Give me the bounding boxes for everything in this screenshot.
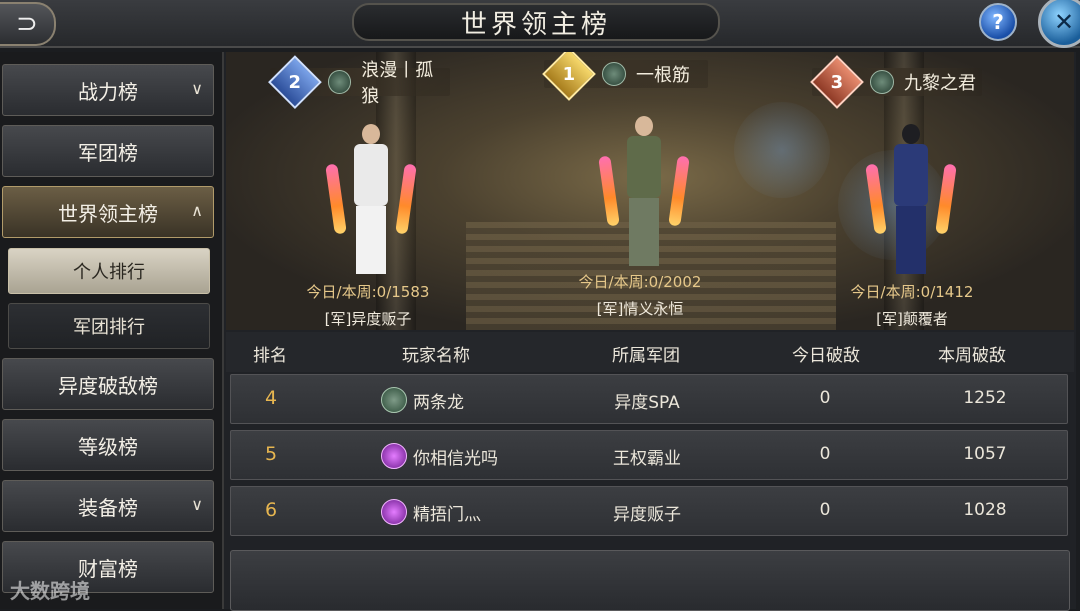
player-avatar-3[interactable] bbox=[865, 124, 957, 274]
weapon-blade-icon bbox=[325, 163, 347, 235]
weekly-stat: 今日/本周:0/1412 bbox=[850, 283, 974, 301]
sidebar-item-legion[interactable]: 军团榜 bbox=[2, 125, 214, 177]
column-header-today: 今日破敌 bbox=[792, 346, 860, 366]
help-icon: ? bbox=[992, 10, 1004, 34]
self-rank-panel bbox=[230, 550, 1070, 611]
rank-2-badge-icon: 2 bbox=[268, 55, 322, 109]
guild-cell: 异度SPA bbox=[614, 393, 680, 413]
rank-3-badge-icon: 3 bbox=[810, 55, 864, 109]
avatar-legs bbox=[629, 198, 659, 266]
sidebar-item-world-lord[interactable]: 世界领主榜 ∧ bbox=[2, 186, 214, 238]
avatar-head bbox=[635, 116, 653, 136]
player-name: 一根筋 bbox=[636, 65, 690, 86]
weapon-blade-icon bbox=[668, 155, 690, 227]
chevron-down-icon: ∨ bbox=[191, 79, 203, 98]
guild-name: [军]颠覆者 bbox=[876, 310, 948, 328]
close-button[interactable]: ✕ bbox=[1038, 0, 1080, 48]
back-icon: ⊃ bbox=[16, 9, 38, 39]
weekly-stat: 今日/本周:0/2002 bbox=[578, 273, 702, 291]
rank-1-badge-icon: 1 bbox=[542, 52, 596, 101]
title-plate: 世界领主榜 bbox=[352, 3, 720, 41]
avatar-body bbox=[354, 144, 388, 206]
avatar-head bbox=[362, 124, 380, 144]
guild-cell: 王权霸业 bbox=[613, 449, 681, 469]
weapon-blade-icon bbox=[935, 163, 957, 235]
week-cell: 1252 bbox=[963, 388, 1007, 408]
column-header-rank: 排名 bbox=[253, 346, 287, 366]
close-icon: ✕ bbox=[1053, 8, 1075, 36]
avatar-body bbox=[894, 144, 928, 206]
podium-name-plate-2[interactable]: 2 浪漫丨孤狼 bbox=[268, 55, 450, 109]
rank-cell: 5 bbox=[264, 443, 278, 465]
player-name: 九黎之君 bbox=[904, 73, 976, 94]
player-avatar-1[interactable] bbox=[598, 116, 690, 266]
podium-name-plate-3[interactable]: 3 九黎之君 bbox=[810, 55, 982, 109]
table-header: 排名 玩家名称 所属军团 今日破敌 本周破敌 bbox=[226, 332, 1074, 372]
sidebar-item-level[interactable]: 等级榜 bbox=[2, 419, 214, 471]
page-title: 世界领主榜 bbox=[460, 9, 611, 40]
axe-icon bbox=[381, 387, 407, 413]
column-header-week: 本周破敌 bbox=[938, 346, 1006, 366]
week-cell: 1028 bbox=[963, 500, 1007, 520]
sub-tab-label: 个人排行 bbox=[73, 262, 145, 283]
column-header-player: 玩家名称 bbox=[402, 346, 470, 366]
avatar-legs bbox=[356, 206, 386, 274]
column-header-guild: 所属军团 bbox=[612, 346, 680, 366]
class-axe-icon bbox=[327, 70, 352, 94]
class-axe-icon bbox=[602, 62, 626, 86]
chevron-up-icon: ∧ bbox=[191, 201, 203, 220]
today-cell: 0 bbox=[819, 444, 831, 464]
sidebar-item-breaker[interactable]: 异度破敌榜 bbox=[2, 358, 214, 410]
sidebar-item-label: 军团榜 bbox=[78, 140, 138, 165]
player-name-cell: 你相信光吗 bbox=[413, 449, 498, 469]
sidebar-item-label: 战力榜 bbox=[78, 79, 138, 104]
sidebar-item-label: 装备榜 bbox=[78, 495, 138, 520]
weekly-stat: 今日/本周:0/1583 bbox=[306, 283, 430, 301]
sidebar-item-equipment[interactable]: 装备榜 ∨ bbox=[2, 480, 214, 532]
chevron-down-icon: ∨ bbox=[191, 495, 203, 514]
gem-icon bbox=[381, 443, 407, 469]
class-axe-icon bbox=[870, 70, 894, 94]
today-cell: 0 bbox=[819, 500, 831, 520]
player-name-cell: 两条龙 bbox=[413, 393, 464, 413]
today-cell: 0 bbox=[819, 388, 831, 408]
sub-tab-legion-rank[interactable]: 军团排行 bbox=[8, 303, 210, 349]
avatar-body bbox=[627, 136, 661, 198]
guild-cell: 异度贩子 bbox=[613, 505, 681, 525]
avatar-legs bbox=[896, 206, 926, 274]
rank-cell: 4 bbox=[264, 387, 278, 409]
weapon-blade-icon bbox=[598, 155, 620, 227]
help-button[interactable]: ? bbox=[979, 3, 1017, 41]
sidebar-item-label: 等级榜 bbox=[78, 434, 138, 459]
sub-tab-personal-rank[interactable]: 个人排行 bbox=[8, 248, 210, 294]
sidebar-item-power[interactable]: 战力榜 ∨ bbox=[2, 64, 214, 116]
sub-tab-label: 军团排行 bbox=[73, 317, 145, 338]
table-row[interactable]: 6 精捂门灬 异度贩子 0 1028 bbox=[230, 486, 1068, 536]
watermark: 大数跨境 bbox=[10, 579, 90, 603]
podium-name-plate-1[interactable]: 1 一根筋 bbox=[542, 52, 708, 101]
sidebar: 战力榜 ∨ 军团榜 世界领主榜 ∧ 个人排行 军团排行 异度破敌榜 等级榜 装备… bbox=[0, 52, 222, 609]
guild-name: [军]异度贩子 bbox=[324, 310, 412, 328]
table-row[interactable]: 5 你相信光吗 王权霸业 0 1057 bbox=[230, 430, 1068, 480]
sidebar-item-label: 异度破敌榜 bbox=[58, 373, 158, 398]
rank-cell: 6 bbox=[264, 499, 278, 521]
player-name: 浪漫丨孤狼 bbox=[361, 60, 434, 107]
light-orb bbox=[734, 102, 830, 198]
top-bar: ⊃ 世界领主榜 ? ✕ bbox=[0, 0, 1080, 48]
podium: 2 浪漫丨孤狼 今日/本周:0/1583 [军]异度贩子 1 一根筋 今日/本周… bbox=[226, 52, 1074, 330]
avatar-head bbox=[902, 124, 920, 144]
week-cell: 1057 bbox=[963, 444, 1007, 464]
back-button[interactable]: ⊃ bbox=[0, 2, 56, 46]
guild-name: [军]情义永恒 bbox=[596, 300, 684, 318]
player-avatar-2[interactable] bbox=[325, 124, 417, 274]
table-row[interactable]: 4 两条龙 异度SPA 0 1252 bbox=[230, 374, 1068, 424]
player-name-cell: 精捂门灬 bbox=[413, 505, 481, 525]
gem-icon bbox=[381, 499, 407, 525]
main-panel: 2 浪漫丨孤狼 今日/本周:0/1583 [军]异度贩子 1 一根筋 今日/本周… bbox=[222, 52, 1076, 611]
sidebar-item-label: 世界领主榜 bbox=[58, 201, 158, 226]
